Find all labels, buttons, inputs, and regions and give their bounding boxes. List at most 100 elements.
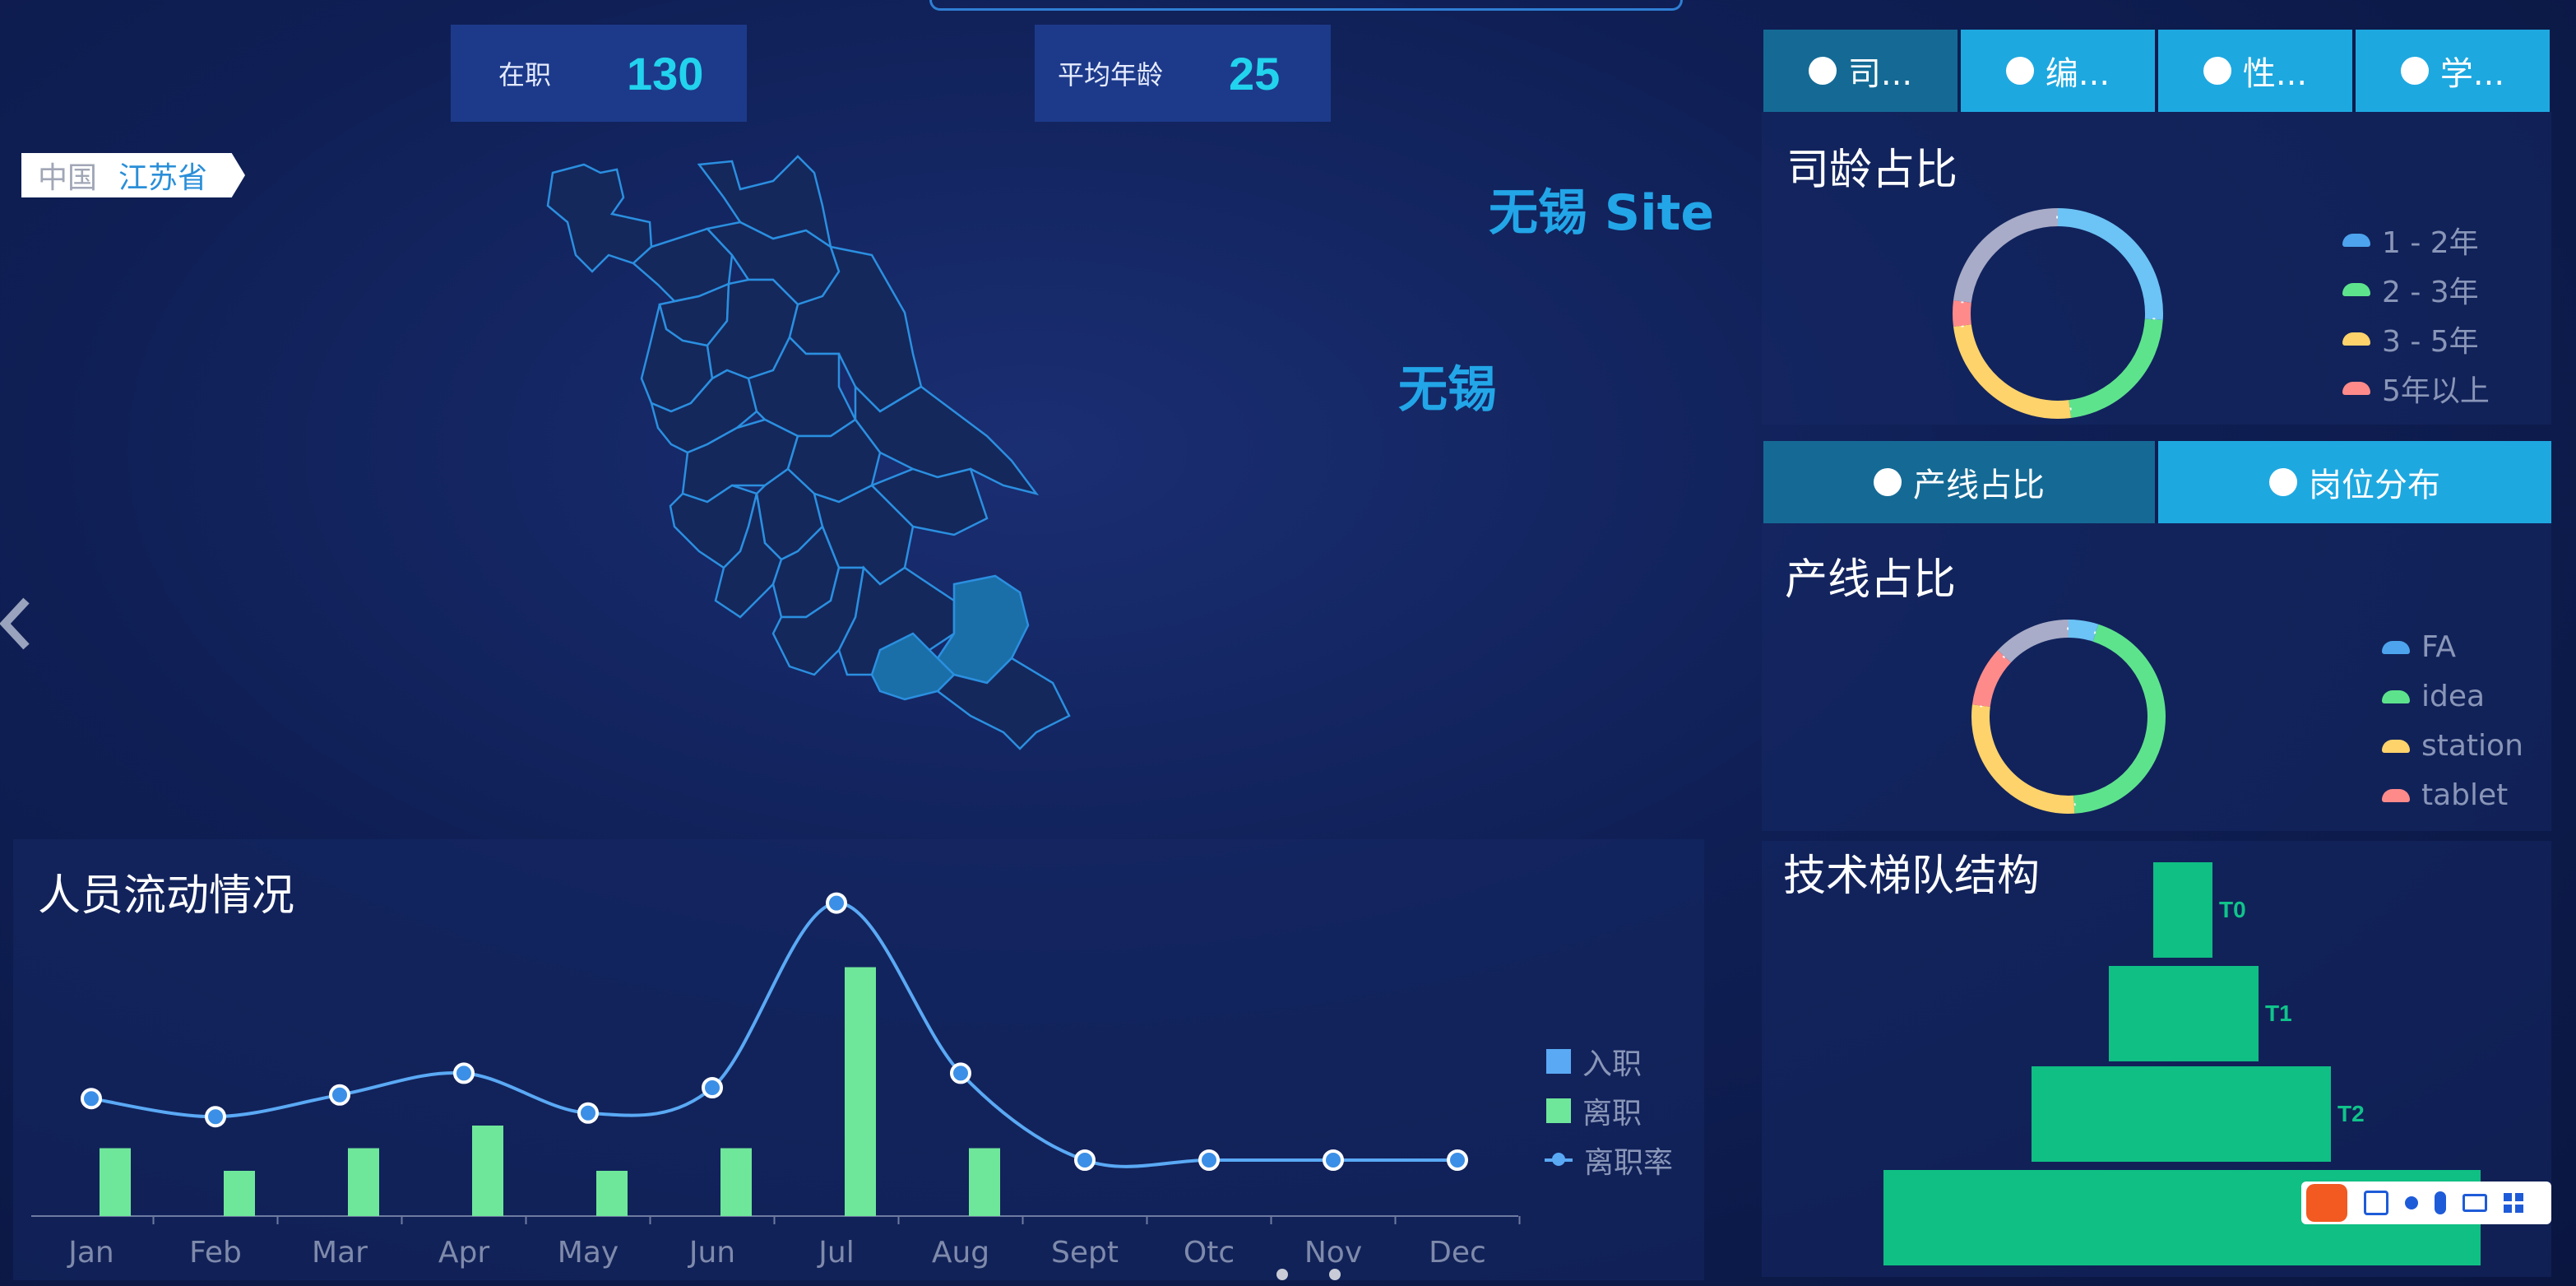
tab-label: 产线占比 bbox=[1913, 467, 2045, 504]
legend-item[interactable]: 3 - 5年 bbox=[2342, 318, 2479, 360]
donut-slice[interactable] bbox=[2069, 318, 2163, 418]
legend-item[interactable]: 入职 bbox=[1546, 1040, 1642, 1083]
kpi-label: 平均年龄 bbox=[1058, 59, 1164, 91]
turnover-rate-point[interactable] bbox=[1198, 1149, 1220, 1171]
legend-swatch-icon bbox=[2382, 739, 2410, 753]
legend-item[interactable]: 1 - 2年 bbox=[2342, 219, 2479, 262]
tier-label: T0 bbox=[2219, 897, 2246, 922]
panel-title: 司龄占比 bbox=[1786, 146, 1958, 195]
legend-label: 离职 bbox=[1582, 1097, 1642, 1130]
turnover-rate-point[interactable] bbox=[577, 1102, 599, 1124]
leave-bar[interactable] bbox=[596, 1171, 628, 1216]
x-tick-label: Jan bbox=[67, 1236, 114, 1270]
map-site-label: 无锡 Site bbox=[1489, 184, 1715, 242]
legend-label: FA bbox=[2421, 630, 2457, 664]
tier-bar[interactable] bbox=[2153, 862, 2212, 958]
legend-label: 2 - 3年 bbox=[2382, 276, 2479, 309]
leave-bar[interactable] bbox=[472, 1126, 503, 1216]
donut-slice[interactable] bbox=[1953, 208, 2059, 303]
tab-tenure[interactable]: 司... bbox=[1763, 30, 1957, 112]
microphone-icon[interactable] bbox=[2435, 1191, 2446, 1214]
punctuation-icon[interactable] bbox=[2405, 1196, 2418, 1209]
legend-label: station bbox=[2421, 729, 2523, 763]
turnover-rate-point[interactable] bbox=[1323, 1149, 1344, 1171]
tab-production-line[interactable]: 产线占比 bbox=[1763, 441, 2155, 523]
turnover-rate-point[interactable] bbox=[950, 1062, 971, 1084]
pagination-dot[interactable] bbox=[1329, 1269, 1341, 1280]
legend-label: 入职 bbox=[1582, 1047, 1642, 1081]
pie-chart-icon bbox=[2269, 468, 2297, 496]
leave-bar[interactable] bbox=[845, 967, 876, 1217]
tab-label: 学... bbox=[2439, 55, 2505, 93]
grid-menu-icon[interactable] bbox=[2504, 1193, 2523, 1213]
donut-slice[interactable] bbox=[1953, 324, 2072, 419]
keyboard-icon[interactable] bbox=[2462, 1194, 2487, 1212]
leave-bar[interactable] bbox=[224, 1171, 255, 1216]
kpi-value: 130 bbox=[627, 47, 704, 100]
personnel-flow-panel: 人员流动情况 Jan Feb Mar Apr May Jun Jul Aug Sept Otc No… bbox=[13, 839, 1704, 1280]
turnover-rate-point[interactable] bbox=[702, 1077, 723, 1098]
legend-item[interactable]: tablet bbox=[2382, 778, 2508, 812]
donut-slice[interactable] bbox=[1971, 650, 2012, 708]
tab-staffing[interactable]: 编... bbox=[1961, 30, 2155, 112]
legend-swatch-icon bbox=[1546, 1049, 1571, 1074]
ime-mode-icon[interactable] bbox=[2364, 1191, 2388, 1215]
kpi-card-employed: 在职 130 bbox=[451, 25, 747, 122]
tier-bar[interactable] bbox=[2032, 1066, 2331, 1162]
turnover-rate-point[interactable] bbox=[329, 1084, 350, 1106]
kpi-label: 在职 bbox=[498, 59, 552, 91]
turnover-rate-point[interactable] bbox=[453, 1062, 475, 1084]
donut-slice[interactable] bbox=[2057, 208, 2163, 321]
breadcrumb-root[interactable]: 中国 bbox=[38, 154, 97, 197]
legend-item[interactable]: 5年以上 bbox=[2342, 367, 2490, 410]
turnover-rate-point[interactable] bbox=[81, 1088, 102, 1110]
map-city-label: 无锡 bbox=[1398, 361, 1497, 419]
legend-item[interactable]: idea bbox=[2382, 680, 2485, 713]
back-arrow-icon[interactable] bbox=[0, 591, 33, 657]
turnover-rate-point[interactable] bbox=[1447, 1149, 1468, 1171]
legend-label: 5年以上 bbox=[2382, 374, 2490, 408]
pie-chart-icon bbox=[1808, 57, 1837, 85]
legend-swatch-icon bbox=[2342, 332, 2370, 346]
tab-position-distribution[interactable]: 岗位分布 bbox=[2158, 441, 2551, 523]
turnover-rate-point[interactable] bbox=[1074, 1149, 1096, 1171]
legend-swatch-icon bbox=[2342, 283, 2370, 296]
pie-chart-icon bbox=[2400, 57, 2429, 85]
donut-slice[interactable] bbox=[2068, 620, 2099, 642]
breadcrumb[interactable]: 中国 江苏省 bbox=[21, 153, 245, 197]
kpi-card-avg-age: 平均年龄 25 bbox=[1035, 25, 1331, 122]
legend-item[interactable]: 离职率 bbox=[1545, 1139, 1673, 1182]
tier-label: T2 bbox=[2337, 1101, 2365, 1126]
legend-swatch-icon bbox=[2342, 234, 2370, 247]
legend-swatch-icon bbox=[2382, 689, 2410, 703]
legend-label: 离职率 bbox=[1584, 1146, 1674, 1180]
leave-bar[interactable] bbox=[348, 1148, 379, 1217]
tier-bar[interactable] bbox=[2109, 966, 2259, 1061]
leave-bar[interactable] bbox=[100, 1148, 131, 1217]
x-tick-label: Feb bbox=[189, 1236, 242, 1270]
tenure-panel: 司龄占比 1 - 2年 2 - 3年 3 - 5年 5年以上 bbox=[1762, 112, 2551, 425]
jiangsu-map[interactable] bbox=[526, 140, 1184, 765]
pagination-dot[interactable] bbox=[1276, 1269, 1288, 1280]
map-region[interactable] bbox=[546, 163, 653, 273]
production-line-panel: 产线占比 FA idea station tablet bbox=[1762, 523, 2551, 831]
legend-label: 1 - 2年 bbox=[2382, 226, 2479, 260]
donut-slice[interactable] bbox=[2073, 624, 2166, 814]
turnover-rate-point[interactable] bbox=[826, 892, 847, 914]
pie-chart-icon bbox=[1874, 468, 1902, 496]
donut-slice[interactable] bbox=[1997, 620, 2069, 663]
breadcrumb-current: 江苏省 bbox=[118, 161, 208, 195]
turnover-rate-point[interactable] bbox=[205, 1106, 226, 1128]
legend-item[interactable]: 2 - 3年 bbox=[2342, 268, 2479, 311]
tab-education[interactable]: 学... bbox=[2356, 30, 2550, 112]
ime-toolbar[interactable] bbox=[2301, 1182, 2551, 1224]
legend-item[interactable]: station bbox=[2382, 729, 2523, 763]
leave-bar[interactable] bbox=[969, 1148, 1000, 1217]
leave-bar[interactable] bbox=[720, 1148, 752, 1217]
tab-gender[interactable]: 性... bbox=[2158, 30, 2352, 112]
legend-item[interactable]: FA bbox=[2382, 630, 2456, 664]
turnover-rate-line bbox=[90, 901, 1457, 1168]
legend-item[interactable]: 离职 bbox=[1546, 1089, 1642, 1132]
donut-slice[interactable] bbox=[1971, 704, 2075, 814]
tenure-donut-chart bbox=[1953, 208, 2163, 419]
